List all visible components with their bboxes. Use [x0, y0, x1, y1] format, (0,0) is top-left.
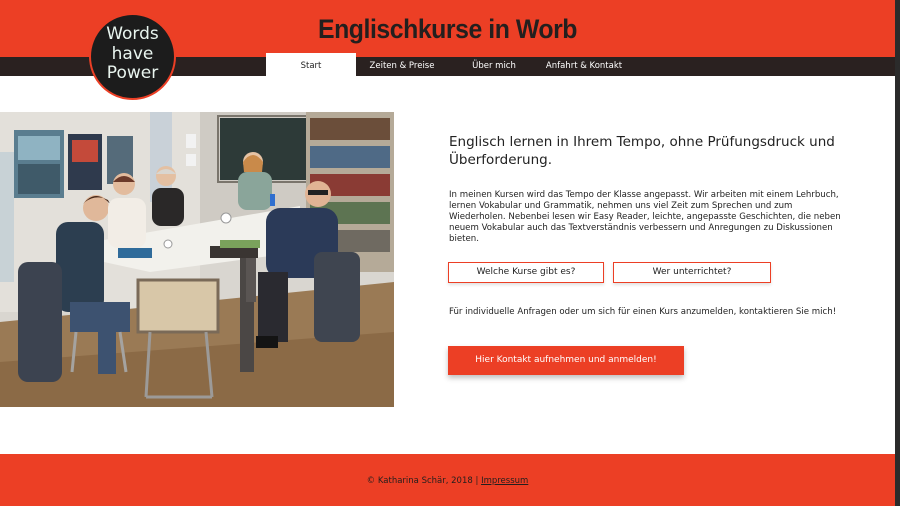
classroom-photo — [0, 112, 394, 407]
logo-line-3: Power — [106, 63, 159, 83]
courses-button[interactable]: Welche Kurse gibt es? — [448, 262, 604, 283]
copyright-text: © Katharina Schär, 2018 | — [366, 476, 482, 486]
contact-text: Für individuelle Anfragen oder um sich f… — [449, 307, 837, 317]
nav-item-start[interactable]: Start — [266, 53, 356, 76]
headline: Englisch lernen in Ihrem Tempo, ohne Prü… — [449, 134, 835, 168]
classroom-illustration — [0, 112, 394, 407]
logo-line-1: Words — [106, 24, 159, 44]
nav-item-anfahrt-kontakt[interactable]: Anfahrt & Kontakt — [540, 57, 628, 76]
nav-item-zeiten-preise[interactable]: Zeiten & Preise — [360, 57, 444, 76]
logo[interactable]: Words have Power — [89, 13, 176, 100]
impressum-link[interactable]: Impressum — [481, 476, 528, 486]
teacher-button[interactable]: Wer unterrichtet? — [613, 262, 771, 283]
logo-line-2: have — [111, 44, 154, 64]
footer-text: © Katharina Schär, 2018 | Impressum — [0, 476, 895, 486]
scrollbar[interactable] — [895, 0, 900, 506]
page: Englischkurse in Worb Start Zeiten & Pre… — [0, 0, 895, 506]
contact-signup-button[interactable]: Hier Kontakt aufnehmen und anmelden! — [448, 346, 684, 375]
nav-item-ueber-mich[interactable]: Über mich — [452, 57, 536, 76]
intro-text: In meinen Kursen wird das Tempo der Klas… — [449, 190, 841, 244]
